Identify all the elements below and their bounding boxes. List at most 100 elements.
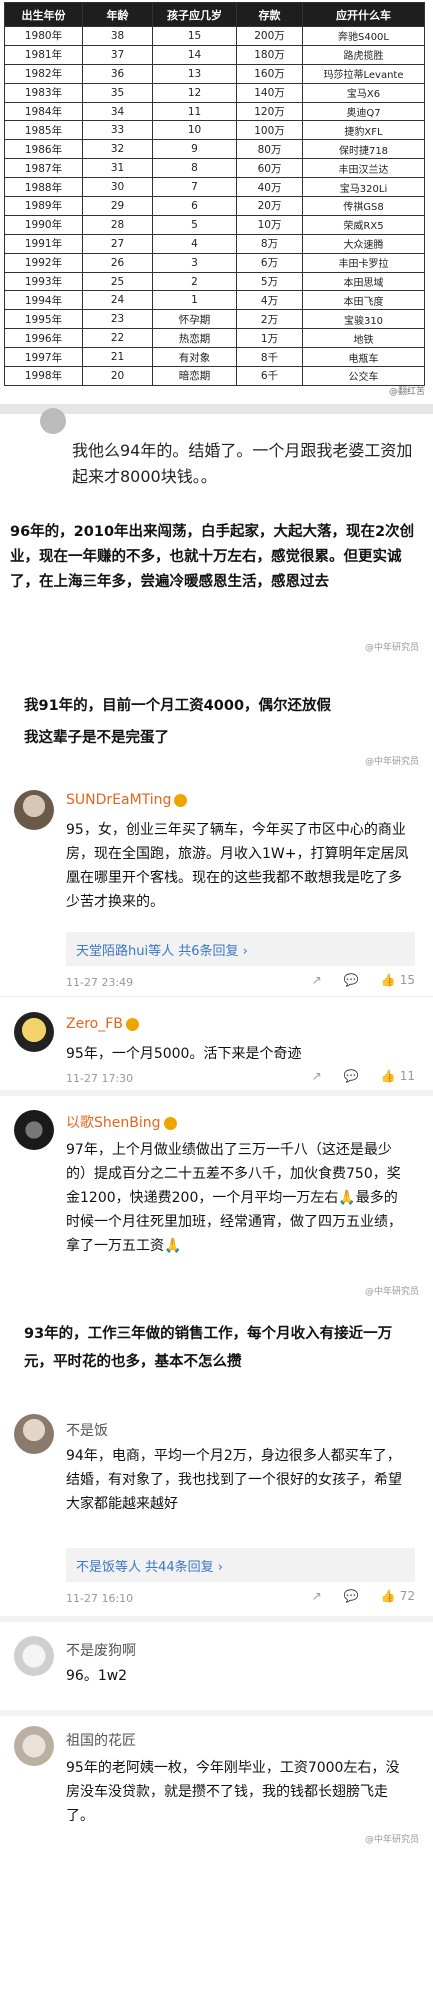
username[interactable]: 不是饭 — [66, 1420, 108, 1440]
cropped-header — [0, 404, 433, 414]
table-cell: 20万 — [236, 196, 303, 216]
table-cell: 5 — [152, 214, 237, 235]
view-replies-link[interactable]: 不是饭等人 共44条回复 › — [66, 1548, 415, 1582]
vip-badge-icon — [163, 1116, 177, 1130]
username[interactable]: 不是废狗啊 — [66, 1640, 136, 1660]
username[interactable]: Zero_FB — [66, 1016, 139, 1032]
table-cell: 13 — [152, 63, 237, 84]
watermark: @翻红苦 — [388, 387, 425, 397]
thumbs-up-icon: 👍 — [380, 1069, 396, 1083]
comment-bushifeigou: 不是废狗啊 96。1w2 — [0, 1622, 433, 1710]
table-cell: 1996年 — [4, 328, 83, 349]
table-cell: 热恋期 — [152, 328, 237, 349]
table-row: 1996年 22 热恋期 1万 地铁 — [4, 328, 425, 349]
table-row: 1995年 23 怀孕期 2万 宝骏310 — [4, 309, 425, 330]
username[interactable]: 以歌ShenBing — [66, 1112, 177, 1132]
table-cell: 有对象 — [152, 347, 237, 368]
table-cell: 公交车 — [302, 366, 425, 386]
vip-badge-icon — [174, 793, 188, 807]
share-icon[interactable]: ↗ — [312, 973, 322, 987]
reply-icon[interactable]: 💬 — [344, 1589, 359, 1603]
table-cell: 1988年 — [4, 177, 83, 198]
like-count: 11 — [399, 1069, 415, 1083]
avatar[interactable] — [14, 1012, 54, 1052]
comment-body: 95，女，创业三年买了辆车，今年买了市区中心的商业房，现在全国跑，旅游。月收入1… — [66, 822, 409, 910]
table-cell: 9 — [152, 139, 237, 160]
table-cell: 1982年 — [4, 63, 83, 84]
comment-actions: ↗ 💬 👍 72 — [312, 1589, 415, 1603]
avatar[interactable] — [14, 790, 54, 830]
column-header: 年龄 — [82, 2, 153, 27]
table-cell: 3 — [152, 252, 237, 273]
comment-body: 我他么94年的。结婚了。一个月跟我老婆工资加起来才8000块钱。。 — [72, 441, 413, 486]
like-count: 15 — [399, 973, 415, 987]
table-cell: 38 — [82, 26, 153, 46]
comment-zero-fb: Zero_FB 95年，一个月5000。活下来是个奇迹 11-27 17:30 … — [0, 998, 433, 1090]
table-cell: 路虎揽胜 — [302, 44, 425, 65]
table-cell: 大众速腾 — [302, 233, 425, 254]
table-cell: 捷豹XFL — [302, 120, 425, 141]
username[interactable]: SUNDrEaMTing — [66, 792, 188, 808]
table-cell: 1989年 — [4, 196, 83, 216]
username[interactable]: 祖国的花匠 — [66, 1730, 136, 1750]
table-row: 1985年 33 10 100万 捷豹XFL — [4, 120, 425, 141]
comment-screenshot-4: 93年的，工作三年做的销售工作，每个月收入有接近一万元，平时花的也多，基本不怎么… — [0, 1306, 433, 1406]
avatar[interactable] — [14, 1726, 54, 1766]
table-cell: 1983年 — [4, 82, 83, 103]
like-button[interactable]: 👍 11 — [381, 1069, 415, 1083]
avatar[interactable] — [14, 1414, 54, 1454]
share-icon[interactable]: ↗ — [312, 1069, 322, 1083]
table-cell: 宝马X6 — [302, 82, 425, 103]
like-button[interactable]: 👍 15 — [381, 973, 415, 987]
like-button[interactable]: 👍 72 — [381, 1589, 415, 1603]
table-cell: 40万 — [236, 177, 303, 198]
avatar[interactable] — [14, 1110, 54, 1150]
table-row: 1998年 20 暗恋期 6千 公交车 — [4, 366, 425, 386]
table-cell: 21 — [82, 347, 153, 368]
table-cell: 玛莎拉蒂Levante — [302, 63, 425, 84]
table-cell: 1995年 — [4, 309, 83, 330]
table-cell: 23 — [82, 309, 153, 330]
table-cell: 33 — [82, 120, 153, 141]
reply-icon[interactable]: 💬 — [344, 1069, 359, 1083]
comment-zuguodehuajiang: 祖国的花匠 95年的老阿姨一枚，今年刚毕业，工资7000左右，没房没车没贷款，就… — [0, 1716, 433, 2000]
table-cell: 1万 — [236, 328, 303, 349]
comment-screenshot-2: 96年的，2010年出来闯荡，白手起家，大起大落，现在2次创业，现在一年赚的不多… — [0, 498, 433, 658]
comment-body: 93年的，工作三年做的销售工作，每个月收入有接近一万元，平时花的也多，基本不怎么… — [24, 1326, 393, 1370]
table-cell: 1987年 — [4, 158, 83, 179]
table-row: 1991年 27 4 8万 大众速腾 — [4, 233, 425, 254]
table-row: 1984年 34 11 120万 奥迪Q7 — [4, 101, 425, 122]
table-cell: 26 — [82, 252, 153, 273]
table-cell: 保时捷718 — [302, 139, 425, 160]
comment-screenshot-1: 我他么94年的。结婚了。一个月跟我老婆工资加起来才8000块钱。。 — [0, 404, 433, 496]
comment-screenshot-3: 我91年的，目前一个月工资4000，偶尔还放假 我这辈子是不是完蛋了 @中年研究… — [0, 660, 433, 772]
view-replies-link[interactable]: 天堂陌路hui等人 共6条回复 › — [66, 932, 415, 966]
table-cell: 1 — [152, 290, 237, 311]
comment-actions: ↗ 💬 👍 11 — [312, 1069, 415, 1083]
table-cell: 32 — [82, 139, 153, 160]
watermark: @中年研究员 — [364, 1835, 419, 1845]
table-cell: 1991年 — [4, 233, 83, 254]
reply-icon[interactable]: 💬 — [344, 973, 359, 987]
table-cell: 怀孕期 — [152, 309, 237, 330]
table-cell: 15 — [152, 26, 237, 46]
table-cell: 地铁 — [302, 328, 425, 349]
comment-body: 97年，上个月做业绩做出了三万一千八（这还是最少的）提成百分之二十五差不多八千，… — [66, 1142, 402, 1254]
table-cell: 宝马320Li — [302, 177, 425, 198]
comment-body: 95年的老阿姨一枚，今年刚毕业，工资7000左右，没房没车没贷款，就是攒不了钱，… — [66, 1760, 400, 1824]
table-cell: 8 — [152, 158, 237, 179]
table-cell: 1992年 — [4, 252, 83, 273]
table-cell: 1984年 — [4, 101, 83, 122]
column-header: 存款 — [236, 2, 303, 27]
table-cell: 1981年 — [4, 44, 83, 65]
comment-body-line2: 我这辈子是不是完蛋了 — [24, 730, 169, 746]
table-row: 1997年 21 有对象 8千 电瓶车 — [4, 347, 425, 368]
comment-body: 96年的，2010年出来闯荡，白手起家，大起大落，现在2次创业，现在一年赚的不多… — [10, 524, 415, 590]
table-cell: 80万 — [236, 139, 303, 160]
table-cell: 29 — [82, 196, 153, 216]
table-row: 1987年 31 8 60万 丰田汉兰达 — [4, 158, 425, 179]
avatar[interactable] — [14, 1636, 54, 1676]
share-icon[interactable]: ↗ — [312, 1589, 322, 1603]
comment-body: 94年，电商，平均一个月2万，身边很多人都买车了，结婚，有对象了，我也找到了一个… — [66, 1448, 402, 1512]
table-row: 1986年 32 9 80万 保时捷718 — [4, 139, 425, 160]
